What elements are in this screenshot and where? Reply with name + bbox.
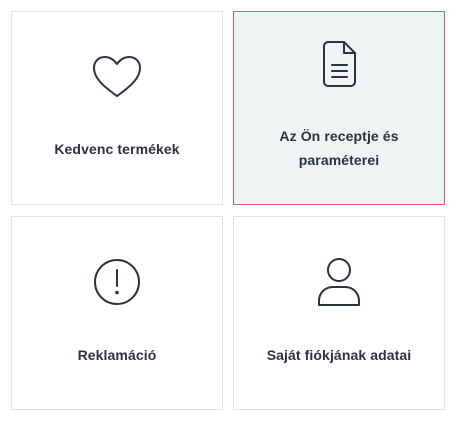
tile-label: Az Ön receptje és paraméterei: [279, 128, 399, 168]
tile-label: Kedvenc termékek: [54, 141, 180, 157]
document-icon: [323, 41, 356, 87]
tile-favorites[interactable]: Kedvenc termékek: [11, 11, 223, 205]
exclamation-circle-icon: [94, 259, 140, 305]
tile-complaint[interactable]: Reklamáció: [11, 216, 223, 410]
tile-label: Saját fiókjának adatai: [266, 347, 412, 363]
tile-prescription[interactable]: Az Ön receptje és paraméterei: [233, 11, 445, 205]
tile-label: Reklamáció: [77, 347, 157, 363]
heart-icon: [93, 56, 141, 97]
user-icon: [318, 258, 360, 306]
tile-account[interactable]: Saját fiókjának adatai: [233, 216, 445, 410]
